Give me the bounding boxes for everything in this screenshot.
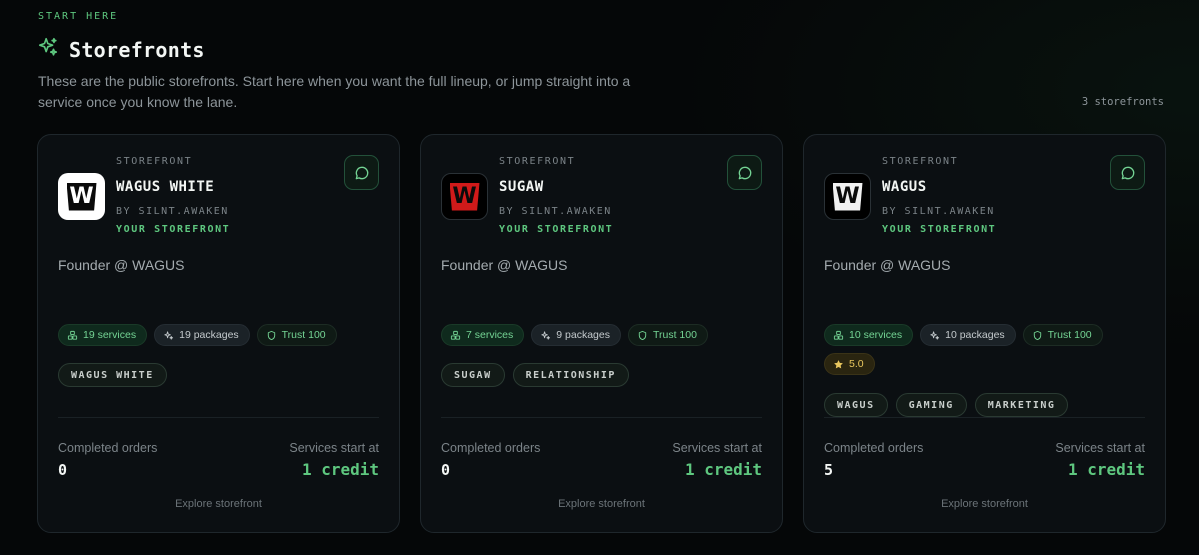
services-pill: 19 services [58, 324, 148, 346]
section-eyebrow: START HERE [38, 11, 119, 22]
shield-icon [638, 330, 647, 340]
storefront-count: 3 storefronts [1081, 96, 1164, 108]
sparkle-icon [930, 330, 940, 340]
storefront-name[interactable]: WAGUS WHITE [116, 179, 214, 195]
services-start-label: Services start at [289, 441, 379, 455]
message-button[interactable] [727, 155, 762, 190]
rating-pill: 5.0 [824, 353, 875, 375]
completed-orders-label: Completed orders [824, 441, 924, 455]
services-pill: 10 services [824, 324, 914, 346]
boxes-icon [67, 330, 78, 340]
logo-mark: W [66, 182, 97, 211]
card-divider [441, 417, 762, 418]
message-button[interactable] [344, 155, 379, 190]
storefront-logo: W [441, 173, 488, 220]
ownership-label: YOUR STOREFRONT [882, 224, 997, 235]
storefront-name[interactable]: WAGUS [882, 179, 927, 195]
chat-icon [738, 166, 751, 179]
storefront-card[interactable]: STOREFRONT W SUGAW BY SILNT.AWAKEN YOUR … [420, 134, 783, 533]
services-start-value: 1 credit [301, 460, 379, 479]
trust-pill: Trust 100 [627, 324, 708, 346]
completed-orders-value: 5 [824, 461, 834, 479]
storefront-bio: Founder @ WAGUS [824, 257, 951, 273]
shield-icon [267, 330, 275, 340]
packages-pill: 19 packages [154, 324, 250, 346]
storefront-list: STOREFRONT W WAGUS WHITE BY SILNT.AWAKEN… [37, 134, 1166, 533]
logo-mark: W [832, 182, 863, 211]
storefront-byline: BY SILNT.AWAKEN [499, 206, 612, 217]
services-start-label: Services start at [1055, 441, 1145, 455]
storefront-byline: BY SILNT.AWAKEN [116, 206, 229, 217]
chat-icon [1121, 166, 1134, 179]
storefront-byline: BY SILNT.AWAKEN [882, 206, 995, 217]
explore-storefront-link[interactable]: Explore storefront [38, 498, 399, 510]
category-tag[interactable]: WAGUS WHITE [58, 363, 167, 387]
services-start-label: Services start at [672, 441, 762, 455]
packages-pill: 9 packages [531, 324, 621, 346]
category-tag[interactable]: RELATIONSHIP [512, 363, 629, 387]
explore-storefront-link[interactable]: Explore storefront [804, 498, 1165, 510]
stat-pills: 7 services 9 packages Trust 100 [441, 324, 771, 346]
chat-icon [355, 166, 368, 179]
stat-pills: 19 services 19 packages Trust 100 [58, 324, 388, 346]
sparkle-icon [541, 330, 551, 340]
services-start-value: 1 credit [1067, 460, 1145, 479]
card-divider [824, 417, 1145, 418]
completed-orders-value: 0 [58, 461, 68, 479]
boxes-icon [450, 330, 461, 340]
ownership-label: YOUR STOREFRONT [116, 224, 231, 235]
services-pill: 7 services [441, 324, 525, 346]
category-tags: WAGUS GAMING MARKETING [824, 393, 1069, 417]
shield-icon [1033, 330, 1041, 340]
trust-pill: Trust 100 [1022, 324, 1103, 346]
message-button[interactable] [1110, 155, 1145, 190]
category-tag[interactable]: WAGUS [824, 393, 888, 417]
category-tag[interactable]: SUGAW [441, 363, 505, 387]
card-divider [58, 417, 379, 418]
explore-storefront-link[interactable]: Explore storefront [421, 498, 782, 510]
card-eyebrow: STOREFRONT [116, 156, 193, 167]
stat-pills: 10 services 10 packages Trust 100 5.0 [824, 324, 1154, 375]
page-intro: These are the public storefronts. Start … [38, 73, 631, 110]
logo-mark: W [449, 182, 480, 211]
storefront-logo: W [824, 173, 871, 220]
services-start-value: 1 credit [684, 460, 762, 479]
page-title: Storefronts [69, 37, 205, 62]
storefront-card[interactable]: STOREFRONT W WAGUS BY SILNT.AWAKEN YOUR … [803, 134, 1166, 533]
completed-orders-value: 0 [441, 461, 451, 479]
sparkle-icon [37, 36, 59, 63]
storefront-name[interactable]: SUGAW [499, 179, 544, 195]
storefront-bio: Founder @ WAGUS [58, 257, 185, 273]
card-eyebrow: STOREFRONT [499, 156, 576, 167]
category-tag[interactable]: MARKETING [974, 393, 1069, 417]
packages-pill: 10 packages [920, 324, 1016, 346]
star-icon [834, 359, 843, 368]
storefront-bio: Founder @ WAGUS [441, 257, 568, 273]
storefront-logo: W [58, 173, 105, 220]
trust-pill: Trust 100 [256, 324, 337, 346]
page-header: Storefronts [37, 36, 205, 63]
card-eyebrow: STOREFRONT [882, 156, 959, 167]
category-tags: WAGUS WHITE [58, 363, 167, 387]
sparkle-icon [164, 330, 174, 340]
ownership-label: YOUR STOREFRONT [499, 224, 614, 235]
storefront-card[interactable]: STOREFRONT W WAGUS WHITE BY SILNT.AWAKEN… [37, 134, 400, 533]
completed-orders-label: Completed orders [441, 441, 541, 455]
category-tag[interactable]: GAMING [895, 393, 967, 417]
completed-orders-label: Completed orders [58, 441, 158, 455]
boxes-icon [833, 330, 844, 340]
category-tags: SUGAW RELATIONSHIP [441, 363, 629, 387]
